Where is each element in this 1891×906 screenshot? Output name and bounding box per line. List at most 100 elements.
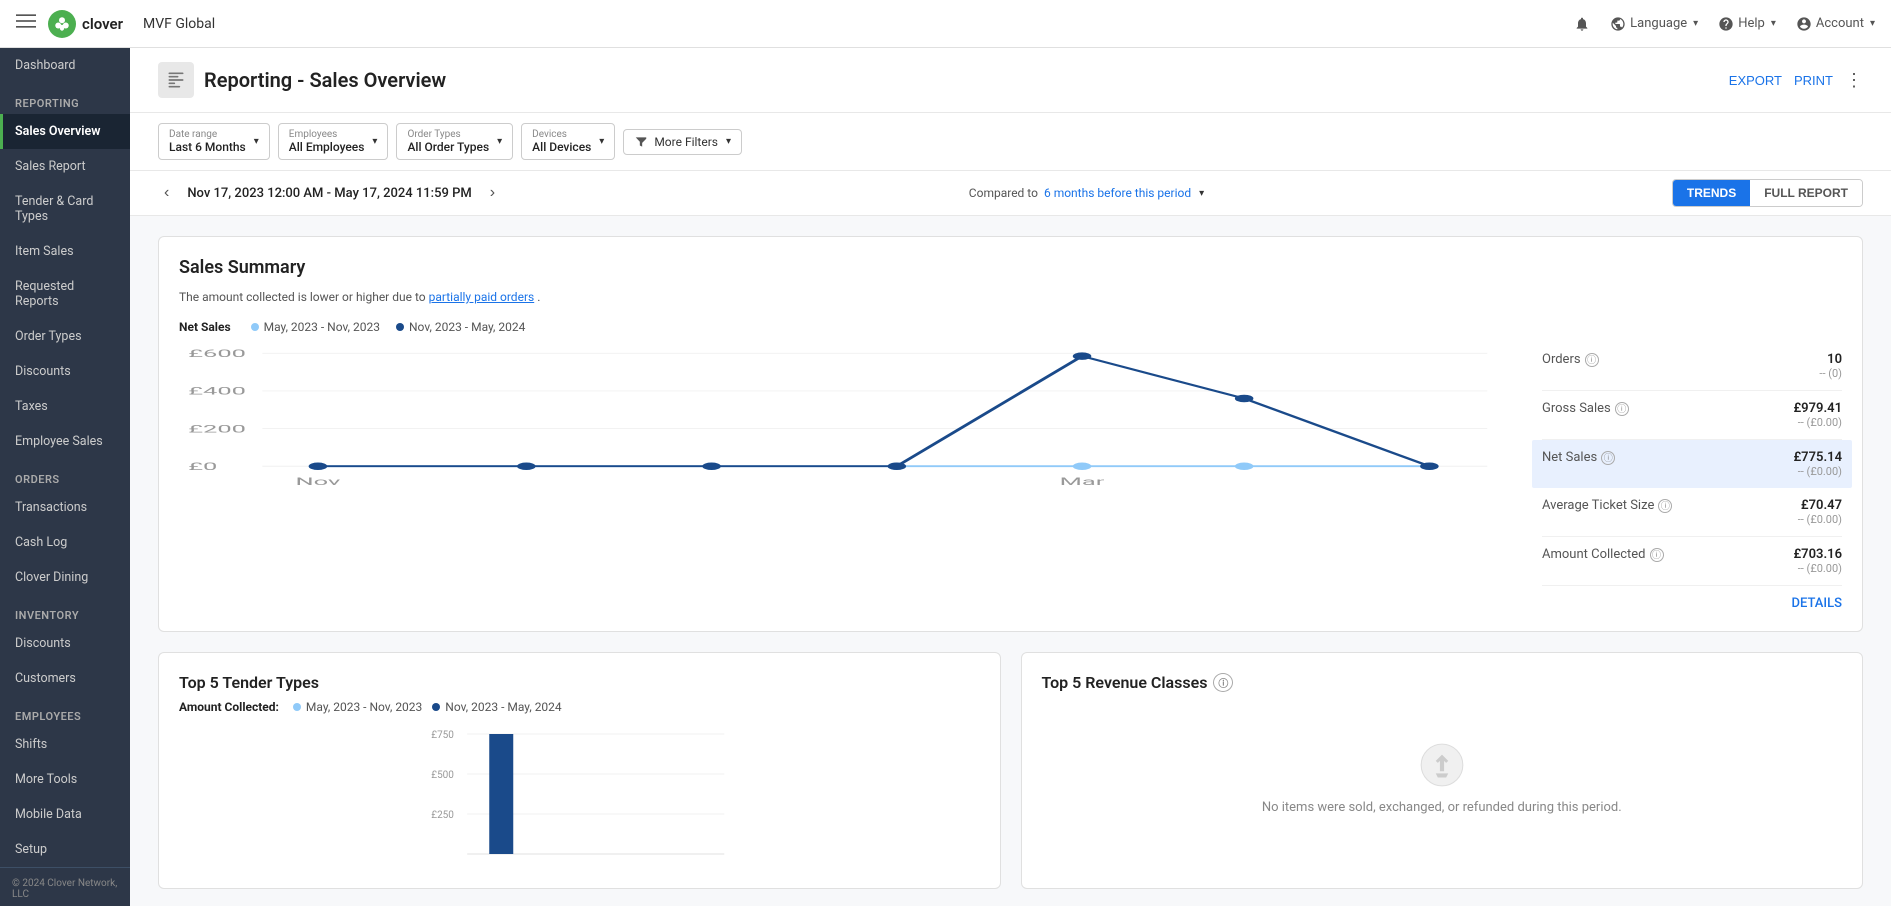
svg-text:£400: £400 — [188, 385, 246, 397]
amount-collected-label: Amount Collected: May, 2023 - Nov, 2023 … — [179, 700, 980, 714]
gross-sales-sub: -- (£0.00) — [1793, 416, 1842, 429]
svg-text:£750: £750 — [431, 730, 454, 741]
chart-legend: Net Sales May, 2023 - Nov, 2023 Nov, 202… — [179, 320, 1842, 334]
net-sales-value: £775.14 — [1793, 450, 1842, 465]
details-link[interactable]: DETAILS — [1542, 596, 1842, 611]
brand-name: clover — [82, 15, 123, 33]
sidebar-item-more-tools[interactable]: More Tools — [0, 762, 130, 797]
employees-filter[interactable]: Employees All Employees ▾ — [278, 123, 389, 160]
svg-text:Mar: Mar — [1060, 475, 1105, 487]
partially-paid-link[interactable]: partially paid orders — [429, 290, 535, 304]
amount-collected-sub: -- (£0.00) — [1793, 562, 1842, 575]
clover-icon — [48, 10, 76, 38]
tender-legend1: May, 2023 - Nov, 2023 — [293, 700, 422, 714]
sidebar-item-order-types[interactable]: Order Types — [0, 319, 130, 354]
order-types-label: Order Types — [407, 129, 489, 140]
bottom-cards: Top 5 Tender Types Amount Collected: May… — [158, 652, 1863, 889]
print-button[interactable]: PRINT — [1794, 73, 1833, 88]
account-btn[interactable]: Account ▾ — [1796, 16, 1875, 32]
gross-sales-value: £979.41 — [1793, 401, 1842, 416]
top-nav: clover MVF Global Language ▾ Help ▾ Acco… — [0, 0, 1891, 48]
date-next-btn[interactable]: › — [484, 182, 501, 204]
sidebar-item-clover-dining[interactable]: Clover Dining — [0, 560, 130, 595]
full-report-btn[interactable]: FULL REPORT — [1750, 180, 1862, 206]
date-range-text: Nov 17, 2023 12:00 AM - May 17, 2024 11:… — [187, 186, 471, 201]
sidebar: Dashboard Reporting Sales Overview Sales… — [0, 48, 130, 906]
notification-btn[interactable] — [1574, 16, 1590, 32]
chart-stats-container: £600 £400 £200 £0 — [179, 342, 1842, 611]
stat-amount-collected: Amount Collected ⓘ £703.16 -- (£0.00) — [1542, 537, 1842, 586]
date-range-chevron: ▾ — [254, 136, 259, 147]
net-sales-chart: £600 £400 £200 £0 — [179, 342, 1522, 502]
page-header: Reporting - Sales Overview EXPORT PRINT … — [130, 48, 1891, 113]
devices-chevron: ▾ — [599, 136, 604, 147]
tender-legend2: Nov, 2023 - May, 2024 — [432, 700, 561, 714]
content-area: Sales Summary The amount collected is lo… — [130, 216, 1891, 906]
sidebar-item-item-sales[interactable]: Item Sales — [0, 234, 130, 269]
sidebar-item-mobile-data[interactable]: Mobile Data — [0, 797, 130, 832]
employees-value: All Employees — [289, 140, 365, 154]
trends-btn[interactable]: TRENDS — [1673, 180, 1750, 206]
net-sales-sub: -- (£0.00) — [1793, 465, 1842, 478]
sidebar-item-tender-card[interactable]: Tender & Card Types — [0, 184, 130, 234]
language-btn[interactable]: Language ▾ — [1610, 16, 1698, 32]
sidebar-item-customers[interactable]: Customers — [0, 661, 130, 696]
help-label: Help — [1738, 16, 1765, 31]
sidebar-footer: © 2024 Clover Network, LLC Terms Privacy… — [0, 867, 130, 906]
legend-dot-period1 — [251, 323, 259, 331]
date-nav: ‹ Nov 17, 2023 12:00 AM - May 17, 2024 1… — [158, 182, 501, 204]
svg-text:£600: £600 — [188, 347, 246, 359]
sidebar-item-shifts[interactable]: Shifts — [0, 727, 130, 762]
compare-chevron: ▾ — [1199, 188, 1204, 199]
sidebar-section-orders: Orders — [0, 459, 130, 490]
export-button[interactable]: EXPORT — [1729, 73, 1782, 88]
sidebar-item-dashboard[interactable]: Dashboard — [0, 48, 130, 83]
hamburger-menu[interactable] — [16, 11, 36, 36]
sidebar-item-requested-reports[interactable]: Requested Reports — [0, 269, 130, 319]
net-sales-legend-label: Net Sales — [179, 320, 231, 334]
date-range-filter[interactable]: Date range Last 6 Months ▾ — [158, 123, 270, 160]
legend-period1: May, 2023 - Nov, 2023 — [251, 320, 380, 334]
compare-area: Compared to 6 months before this period … — [969, 186, 1204, 200]
sidebar-item-sales-report[interactable]: Sales Report — [0, 149, 130, 184]
sidebar-item-setup[interactable]: Setup — [0, 832, 130, 867]
sidebar-item-employee-sales[interactable]: Employee Sales — [0, 424, 130, 459]
tender-types-title: Top 5 Tender Types — [179, 673, 980, 692]
more-filters-label: More Filters — [654, 135, 718, 149]
sidebar-item-taxes[interactable]: Taxes — [0, 389, 130, 424]
svg-text:Nov: Nov — [296, 475, 342, 487]
sidebar-item-discounts-r[interactable]: Discounts — [0, 354, 130, 389]
orders-info-icon[interactable]: ⓘ — [1585, 353, 1599, 367]
employees-label: Employees — [289, 129, 365, 140]
revenue-classes-info-icon[interactable]: ⓘ — [1213, 673, 1233, 692]
legend-dot-period2 — [396, 323, 404, 331]
date-prev-btn[interactable]: ‹ — [158, 182, 175, 204]
compare-prefix: Compared to — [969, 186, 1038, 200]
svg-text:£500: £500 — [431, 770, 454, 781]
devices-filter[interactable]: Devices All Devices ▾ — [521, 123, 615, 160]
gross-sales-info-icon[interactable]: ⓘ — [1615, 402, 1629, 416]
stat-net-sales: Net Sales ⓘ £775.14 -- (£0.00) — [1532, 440, 1852, 488]
help-btn[interactable]: Help ▾ — [1718, 16, 1776, 32]
avg-ticket-info-icon[interactable]: ⓘ — [1658, 499, 1672, 513]
filter-bar: Date range Last 6 Months ▾ Employees All… — [130, 113, 1891, 171]
svg-text:£250: £250 — [431, 810, 454, 821]
reporting-icon — [158, 62, 194, 98]
revenue-classes-card: Top 5 Revenue Classes ⓘ No items were so… — [1021, 652, 1864, 889]
stat-orders: Orders ⓘ 10 -- (0) — [1542, 342, 1842, 391]
sidebar-item-transactions[interactable]: Transactions — [0, 490, 130, 525]
stat-gross-sales: Gross Sales ⓘ £979.41 -- (£0.00) — [1542, 391, 1842, 440]
sidebar-item-discounts-i[interactable]: Discounts — [0, 626, 130, 661]
sidebar-item-cash-log[interactable]: Cash Log — [0, 525, 130, 560]
sidebar-item-sales-overview[interactable]: Sales Overview — [0, 114, 130, 149]
more-filters-btn[interactable]: More Filters ▾ — [623, 129, 742, 155]
more-options-button[interactable]: ⋮ — [1845, 70, 1863, 91]
net-sales-info-icon[interactable]: ⓘ — [1601, 451, 1615, 465]
compare-link[interactable]: 6 months before this period — [1044, 186, 1191, 200]
amount-collected-info-icon[interactable]: ⓘ — [1650, 548, 1664, 562]
date-range-value: Last 6 Months — [169, 140, 246, 154]
avg-ticket-sub: -- (£0.00) — [1798, 513, 1842, 526]
bar-chart-container: £750 £500 £250 — [179, 724, 980, 868]
stats-panel: Orders ⓘ 10 -- (0) Gross Sales ⓘ — [1542, 342, 1842, 611]
order-types-filter[interactable]: Order Types All Order Types ▾ — [396, 123, 513, 160]
